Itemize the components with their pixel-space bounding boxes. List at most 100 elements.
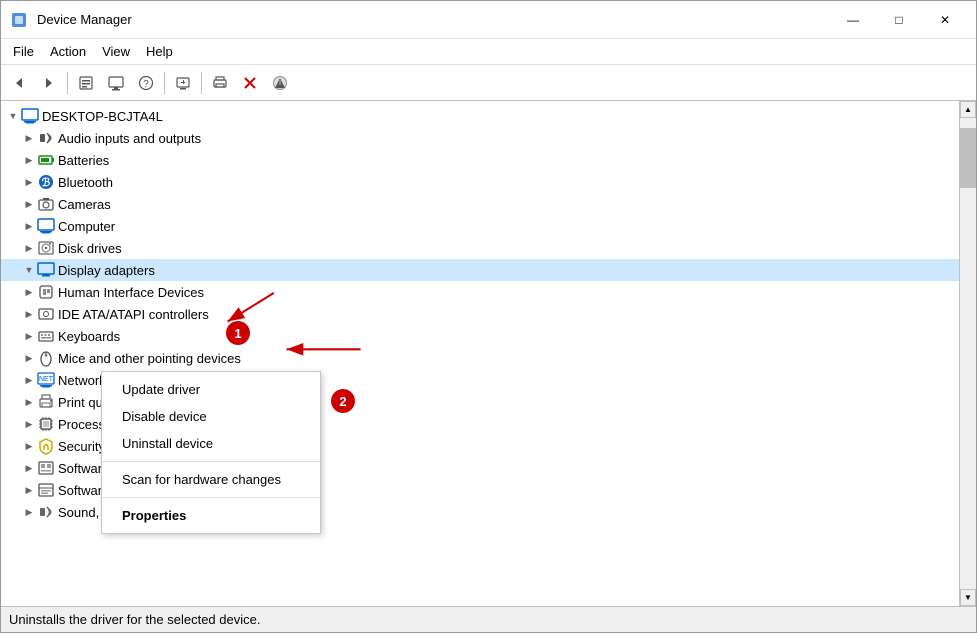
tree-item-hid[interactable]: ▶ Human Interface Devices (1, 281, 959, 303)
statusbar: Uninstalls the driver for the selected d… (1, 606, 976, 632)
status-text: Uninstalls the driver for the selected d… (9, 612, 260, 627)
mouse-icon (37, 349, 55, 367)
svg-text:?: ? (143, 79, 149, 90)
menu-view[interactable]: View (94, 42, 138, 61)
processors-toggle[interactable]: ▶ (21, 416, 37, 432)
hid-label: Human Interface Devices (58, 285, 204, 300)
imaging-icon (37, 305, 55, 323)
network-toggle[interactable]: ▶ (21, 372, 37, 388)
audio-toggle[interactable]: ▶ (21, 130, 37, 146)
step-badge-1: 1 (226, 321, 250, 345)
context-menu: Update driver Disable device Uninstall d… (101, 371, 321, 534)
audio-label: Audio inputs and outputs (58, 131, 201, 146)
update-driver-button[interactable] (102, 69, 130, 97)
ctx-disable-device[interactable]: Disable device (102, 403, 320, 430)
mice-toggle[interactable]: ▶ (21, 350, 37, 366)
keyboard-label: Keyboards (58, 329, 120, 344)
forward-button[interactable] (35, 69, 63, 97)
bluetooth-label: Bluetooth (58, 175, 113, 190)
add-button[interactable] (266, 69, 294, 97)
ctx-uninstall-device[interactable]: Uninstall device (102, 430, 320, 457)
hid-icon (37, 283, 55, 301)
computer-label: Computer (58, 219, 115, 234)
sw-devices-icon (37, 481, 55, 499)
close-button[interactable]: ✕ (922, 1, 968, 39)
keyboards-toggle[interactable]: ▶ (21, 328, 37, 344)
batteries-label: Batteries (58, 153, 109, 168)
scrollbar-thumb[interactable] (960, 128, 976, 188)
scroll-down-button[interactable]: ▼ (960, 589, 976, 606)
audio-icon (37, 129, 55, 147)
sound-toggle[interactable]: ▶ (21, 504, 37, 520)
properties-button[interactable] (72, 69, 100, 97)
computer-toggle[interactable]: ▶ (21, 218, 37, 234)
scroll-up-button[interactable]: ▲ (960, 101, 976, 118)
imaging-label: IDE ATA/ATAPI controllers (58, 307, 209, 322)
app-icon (9, 10, 29, 30)
sound-icon (37, 503, 55, 521)
tree-item-batteries[interactable]: ▶ Batteries (1, 149, 959, 171)
titlebar: Device Manager — □ ✕ (1, 1, 976, 39)
disk-icon (37, 239, 55, 257)
tree-root[interactable]: ▼ DESKTOP-BCJTA4L (1, 105, 959, 127)
back-button[interactable] (5, 69, 33, 97)
cameras-toggle[interactable]: ▶ (21, 196, 37, 212)
tree-item-mice[interactable]: ▶ Mice and other pointing devices (1, 347, 959, 369)
disk-label: Disk drives (58, 241, 122, 256)
tree-item-audio[interactable]: ▶ Audio inputs and outputs (1, 127, 959, 149)
camera-icon (37, 195, 55, 213)
device-manager-window: Device Manager — □ ✕ File Action View He… (0, 0, 977, 633)
svg-text:ℬ: ℬ (42, 177, 51, 189)
scrollbar-track[interactable] (960, 118, 976, 589)
menu-file[interactable]: File (5, 42, 42, 61)
print-toggle[interactable]: ▶ (21, 394, 37, 410)
display-toggle[interactable]: ▼ (21, 262, 37, 278)
batteries-toggle[interactable]: ▶ (21, 152, 37, 168)
toolbar: ? (1, 65, 976, 101)
scrollbar[interactable]: ▲ ▼ (959, 101, 976, 606)
tree-item-display[interactable]: ▼ Display adapters (1, 259, 959, 281)
root-label: DESKTOP-BCJTA4L (42, 109, 163, 124)
toolbar-separator-3 (201, 72, 202, 94)
ctx-scan-hardware[interactable]: Scan for hardware changes (102, 466, 320, 493)
keyboard-icon (37, 327, 55, 345)
maximize-button[interactable]: □ (876, 1, 922, 39)
step-badge-2: 2 (331, 389, 355, 413)
disk-toggle[interactable]: ▶ (21, 240, 37, 256)
menu-action[interactable]: Action (42, 42, 94, 61)
toolbar-separator-1 (67, 72, 68, 94)
svg-text:NET: NET (39, 376, 54, 383)
toolbar-separator-2 (164, 72, 165, 94)
window-title: Device Manager (37, 12, 830, 27)
hid-toggle[interactable]: ▶ (21, 284, 37, 300)
tree-item-computer[interactable]: ▶ Computer (1, 215, 959, 237)
battery-icon (37, 151, 55, 169)
tree-item-keyboards[interactable]: ▶ Keyboards (1, 325, 959, 347)
ctx-update-driver[interactable]: Update driver (102, 376, 320, 403)
sw-components-icon (37, 459, 55, 477)
sw-devices-toggle[interactable]: ▶ (21, 482, 37, 498)
tree-item-cameras[interactable]: ▶ Cameras (1, 193, 959, 215)
display-icon (37, 261, 55, 279)
ctx-properties[interactable]: Properties (102, 502, 320, 529)
bluetooth-icon: ℬ (37, 173, 55, 191)
scan-button[interactable] (169, 69, 197, 97)
menu-help[interactable]: Help (138, 42, 181, 61)
sw-components-toggle[interactable]: ▶ (21, 460, 37, 476)
tree-item-imaging[interactable]: ▶ IDE ATA/ATAPI controllers (1, 303, 959, 325)
network-icon: NET (37, 371, 55, 389)
root-toggle[interactable]: ▼ (5, 108, 21, 124)
bluetooth-toggle[interactable]: ▶ (21, 174, 37, 190)
processor-icon (37, 415, 55, 433)
imaging-toggle[interactable]: ▶ (21, 306, 37, 322)
menubar: File Action View Help (1, 39, 976, 65)
tree-item-disk[interactable]: ▶ Disk drives (1, 237, 959, 259)
help-button[interactable]: ? (132, 69, 160, 97)
window-controls: — □ ✕ (830, 1, 968, 39)
tree-item-bluetooth[interactable]: ▶ ℬ Bluetooth (1, 171, 959, 193)
remove-button[interactable] (236, 69, 264, 97)
security-toggle[interactable]: ▶ (21, 438, 37, 454)
print-button[interactable] (206, 69, 234, 97)
minimize-button[interactable]: — (830, 1, 876, 39)
computer-icon2 (37, 217, 55, 235)
